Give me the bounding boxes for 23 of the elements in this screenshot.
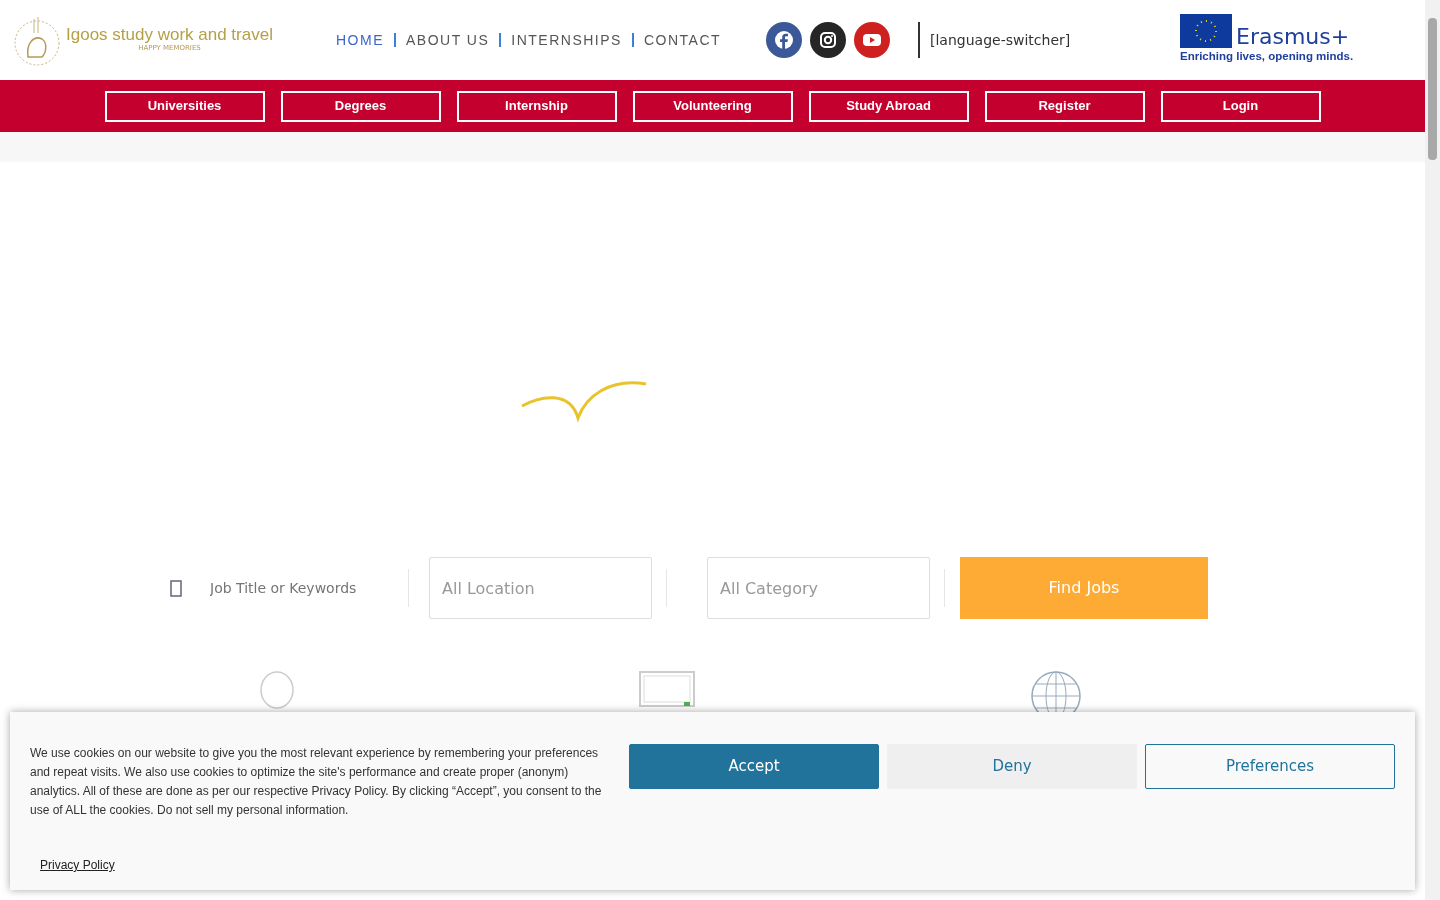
privacy-policy-link[interactable]: Privacy Policy xyxy=(40,856,115,875)
erasmus-title: Erasmus+ xyxy=(1236,26,1350,49)
accept-button[interactable]: Accept xyxy=(629,744,879,789)
menu-button[interactable]: Internship xyxy=(456,90,617,122)
cookie-message: We use cookies on our website to give you the most relevant experience by remembering your preferences and repeat visits. We also use cookies to optimize the site's performance and create proper (anonym) analytics. All of these are done as per our respective Privacy Policy. By clicking “Accept”, you consent to the use of ALL the cookies. Do not sell my personal information. xyxy=(30,745,603,819)
nav-link[interactable]: ABOUT US xyxy=(396,29,500,51)
deny-button[interactable]: Deny xyxy=(887,744,1137,789)
preferences-button[interactable]: Preferences xyxy=(1145,744,1395,789)
location-field[interactable]: All Location xyxy=(429,557,652,619)
nav-link[interactable]: HOME xyxy=(326,29,394,51)
erasmus-slogan: Enriching lives, opening minds. xyxy=(1180,49,1354,65)
menu-button[interactable]: Universities xyxy=(104,90,265,122)
keyword-field[interactable]: Job Title or Keywords xyxy=(208,576,388,600)
nav-link[interactable]: CONTACT xyxy=(633,29,732,51)
category-field[interactable]: All Category xyxy=(707,557,930,619)
menu-button[interactable]: Degrees xyxy=(280,90,441,122)
menu-button[interactable]: Login xyxy=(1160,90,1321,122)
language-switcher[interactable]: [language-switcher] xyxy=(930,29,1180,51)
menu-button[interactable]: Volunteering xyxy=(632,90,793,122)
logo-title: Igoos study work and travel xyxy=(66,26,273,44)
menu-button[interactable]: Study Abroad xyxy=(808,90,969,122)
nav-link[interactable]: INTERNSHIPS xyxy=(501,29,632,51)
menu-button[interactable]: Register xyxy=(984,90,1145,122)
